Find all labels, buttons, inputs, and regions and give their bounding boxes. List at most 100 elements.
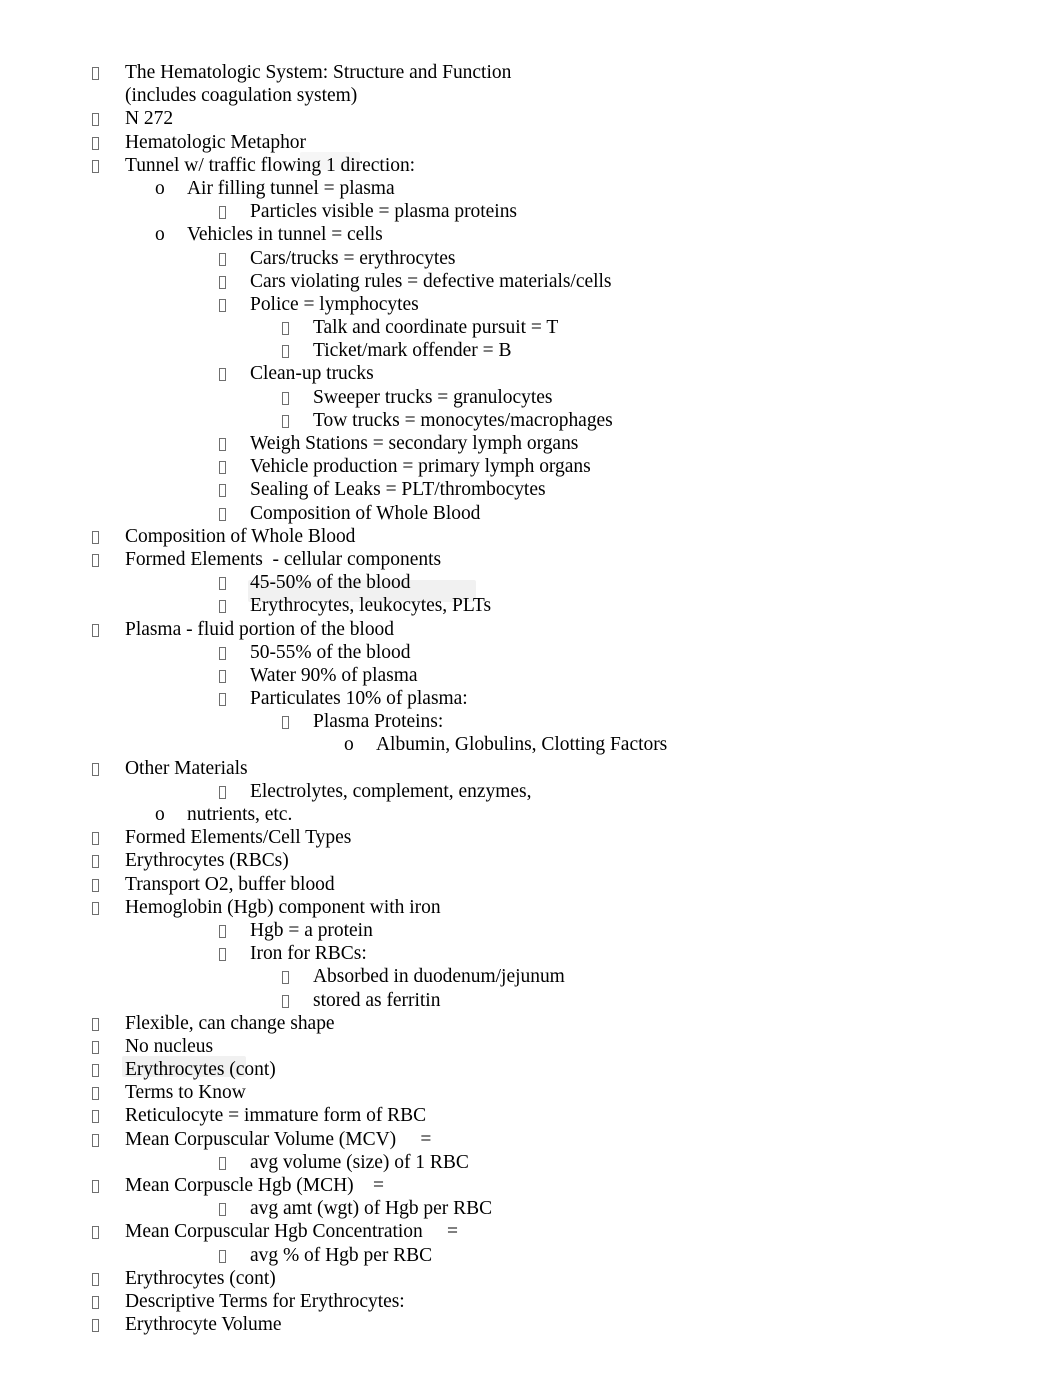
outline-item-label: Reticulocyte = immature form of RBC xyxy=(125,1105,427,1127)
outline-item: o Albumin, Globulins, Clotting Factors xyxy=(0,733,1062,756)
outline-item-label: Erythrocytes (RBCs) xyxy=(125,850,289,872)
bullet-box-icon xyxy=(219,270,226,293)
outline-item-label: Talk and coordinate pursuit = T xyxy=(313,317,559,339)
outline-item: Iron for RBCs: xyxy=(0,942,1062,965)
outline-item: Transport O2, buffer blood xyxy=(0,873,1062,896)
outline-item-label: stored as ferritin xyxy=(313,989,441,1011)
outline-item: Tunnel w/ traffic flowing 1 direction: xyxy=(0,154,1062,177)
outline-item: Weigh Stations = secondary lymph organs xyxy=(0,432,1062,455)
bullet-box-icon xyxy=(219,478,226,501)
outline-item-label: Erythrocytes (cont) xyxy=(125,1267,276,1289)
outline-item: Composition of Whole Blood xyxy=(0,502,1062,525)
bullet-box-icon xyxy=(92,849,99,872)
outline-item-label: Hgb = a protein xyxy=(250,919,373,941)
outline-item: (includes coagulation system) xyxy=(0,84,1062,107)
bullet-o-icon: o xyxy=(155,804,165,825)
outline-item: Formed Elements - cellular components xyxy=(0,548,1062,571)
bullet-box-icon xyxy=(219,687,226,710)
outline-item-label: Mean Corpuscle Hgb (MCH) = xyxy=(125,1175,385,1196)
outline-item: avg % of Hgb per RBC xyxy=(0,1244,1062,1267)
outline-item: Cars/trucks = erythrocytes xyxy=(0,247,1062,270)
outline-item-label: Formed Elements/Cell Types xyxy=(125,827,352,849)
outline-item-label: Particulates 10% of plasma: xyxy=(250,688,468,710)
outline-item-label: Plasma - fluid portion of the blood xyxy=(125,618,395,640)
outline-item: 50-55% of the blood xyxy=(0,641,1062,664)
outline-item: Terms to Know xyxy=(0,1081,1062,1104)
outline-item: o Vehicles in tunnel = cells xyxy=(0,223,1062,246)
outline-item-label: Tunnel w/ traffic flowing 1 direction: xyxy=(125,154,416,176)
outline-item-label: Erythrocytes, leukocytes, PLTs xyxy=(250,595,492,617)
bullet-box-icon xyxy=(219,942,226,965)
bullet-box-icon xyxy=(92,1220,99,1243)
outline-item: Descriptive Terms for Erythrocytes: xyxy=(0,1290,1062,1313)
bullet-box-icon xyxy=(92,1012,99,1035)
outline-item: Mean Corpuscular Hgb Concentration = xyxy=(0,1220,1062,1243)
outline-item: Composition of Whole Blood xyxy=(0,525,1062,548)
bullet-box-icon xyxy=(92,1267,99,1290)
outline-item-label: The Hematologic System: Structure and Fu… xyxy=(125,62,512,83)
outline-item-label: Terms to Know xyxy=(125,1082,246,1104)
outline-item: Hematologic Metaphor xyxy=(0,131,1062,154)
outline-item-label: Cars/trucks = erythrocytes xyxy=(250,247,456,269)
outline-item: Sweeper trucks = granulocytes xyxy=(0,386,1062,409)
outline-item-label: Formed Elements - cellular components xyxy=(125,548,442,570)
bullet-box-icon xyxy=(219,919,226,942)
outline-item: 45-50% of the blood xyxy=(0,571,1062,594)
bullet-box-icon xyxy=(219,664,226,687)
outline-item-label: Mean Corpuscular Volume (MCV) = xyxy=(125,1128,432,1150)
bullet-box-icon xyxy=(92,1290,99,1313)
bullet-box-icon xyxy=(282,710,289,733)
outline-item: Particles visible = plasma proteins xyxy=(0,200,1062,223)
outline-item: Plasma Proteins: xyxy=(0,710,1062,733)
outline-item-label: Other Materials xyxy=(125,757,248,779)
bullet-box-icon xyxy=(282,409,289,432)
bullet-box-icon xyxy=(92,1104,99,1127)
bullet-box-icon xyxy=(92,525,99,548)
outline-item: The Hematologic System: Structure and Fu… xyxy=(0,61,1062,84)
bullet-box-icon xyxy=(219,1151,226,1174)
outline-item-label: avg volume (size) of 1 RBC xyxy=(250,1151,469,1173)
bullet-box-icon xyxy=(92,107,99,130)
bullet-box-icon xyxy=(92,757,99,780)
outline-item-label: Particles visible = plasma proteins xyxy=(250,201,517,223)
outline-item: Mean Corpuscular Volume (MCV) = xyxy=(0,1128,1062,1151)
bullet-box-icon xyxy=(92,896,99,919)
bullet-box-icon xyxy=(92,1313,99,1336)
bullet-box-icon xyxy=(92,154,99,177)
bullet-box-icon xyxy=(219,455,226,478)
bullet-box-icon xyxy=(219,362,226,385)
outline-item: Absorbed in duodenum/jejunum xyxy=(0,965,1062,988)
outline-item: Particulates 10% of plasma: xyxy=(0,687,1062,710)
bullet-box-icon xyxy=(219,641,226,664)
outline-item-label: Flexible, can change shape xyxy=(125,1012,335,1034)
bullet-box-icon xyxy=(219,200,226,223)
bullet-box-icon xyxy=(92,61,99,84)
document-page: The Hematologic System: Structure and Fu… xyxy=(0,0,1062,1377)
outline-item: Hgb = a protein xyxy=(0,919,1062,942)
outline-item-label: Air filling tunnel = plasma xyxy=(187,177,395,199)
bullet-o-icon: o xyxy=(155,177,165,199)
outline-item-label: Weigh Stations = secondary lymph organs xyxy=(250,433,579,454)
bullet-box-icon xyxy=(219,293,226,316)
outline-item: avg amt (wgt) of Hgb per RBC xyxy=(0,1197,1062,1220)
outline-item-label: No nucleus xyxy=(125,1035,214,1057)
outline-item-label: Absorbed in duodenum/jejunum xyxy=(313,966,565,988)
outline-item: Police = lymphocytes xyxy=(0,293,1062,316)
bullet-box-icon xyxy=(219,1244,226,1267)
outline-item: Plasma - fluid portion of the blood xyxy=(0,618,1062,641)
outline-item: avg volume (size) of 1 RBC xyxy=(0,1151,1062,1174)
outline-item: Erythrocyte Volume xyxy=(0,1313,1062,1336)
outline-item: Ticket/mark offender = B xyxy=(0,339,1062,362)
bullet-box-icon xyxy=(219,502,226,525)
outline-item-label: Sweeper trucks = granulocytes xyxy=(313,386,553,408)
outline-item: Other Materials xyxy=(0,757,1062,780)
outline-item-label: 50-55% of the blood xyxy=(250,641,411,663)
bullet-box-icon xyxy=(219,594,226,617)
bullet-box-icon xyxy=(282,965,289,988)
bullet-box-icon xyxy=(219,780,226,803)
outline-item: o Air filling tunnel = plasma xyxy=(0,177,1062,200)
outline-item: No nucleus xyxy=(0,1035,1062,1058)
bullet-o-icon: o xyxy=(344,734,354,756)
outline-item-label: Tow trucks = monocytes/macrophages xyxy=(313,409,613,431)
bullet-box-icon xyxy=(92,826,99,849)
